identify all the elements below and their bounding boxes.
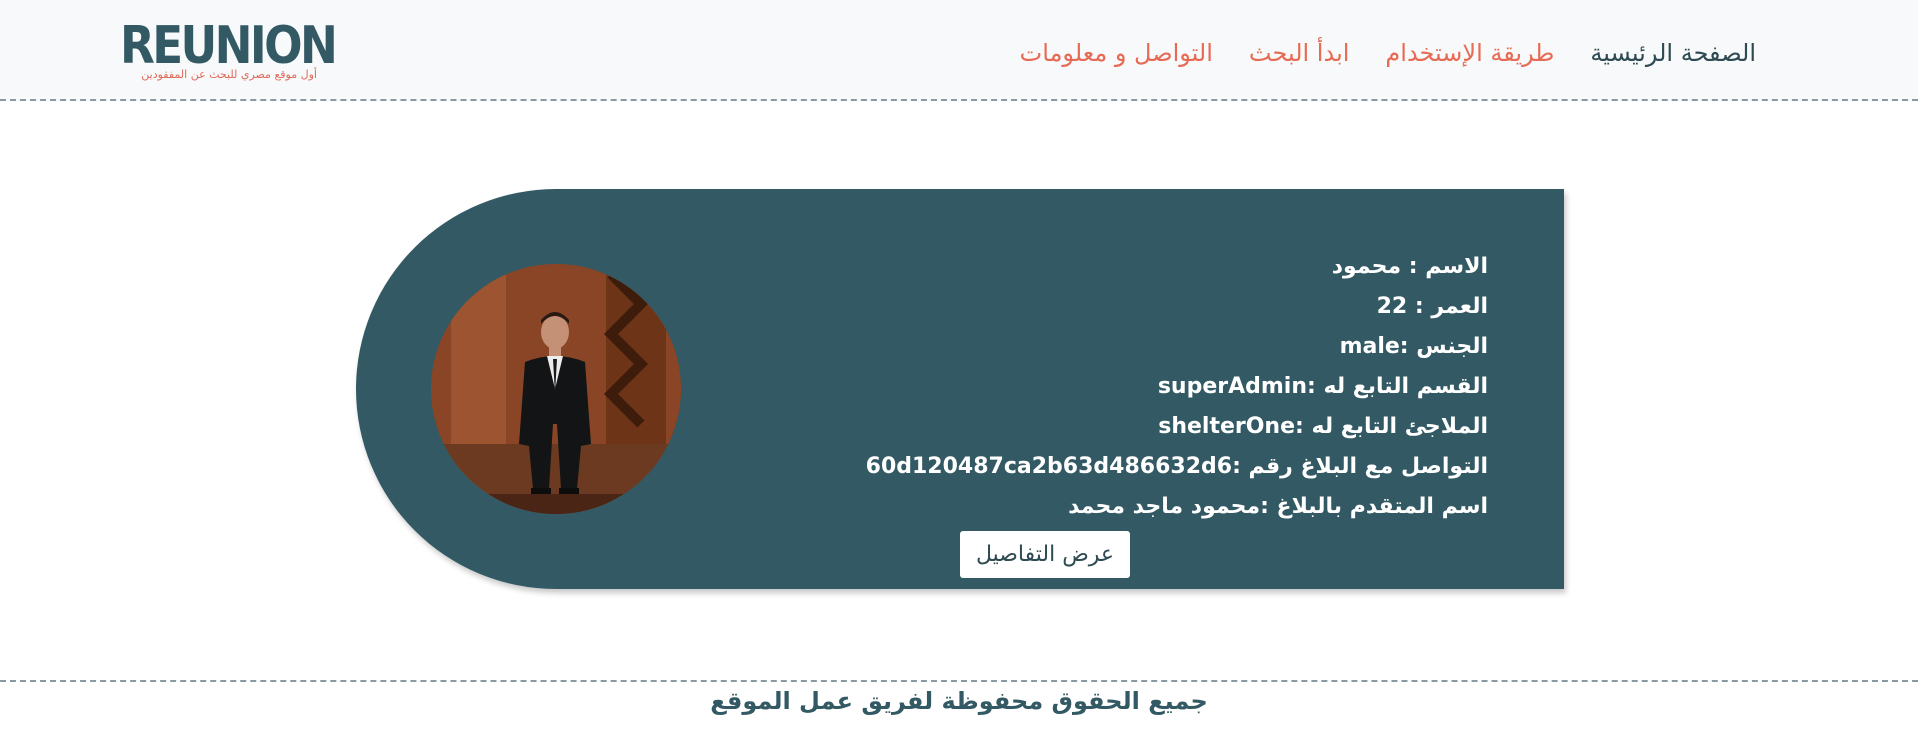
logo-tagline: أول موقع مصري للبحث عن المفقودين [141,68,317,81]
field-age: العمر : 22 [1376,294,1488,319]
logo-wordmark: REUNION [120,16,338,76]
field-gender: الجنس :male [1339,334,1488,359]
view-details-button[interactable]: عرض التفاصيل [960,531,1130,578]
person-info: الاسم : محمود العمر : 22 الجنس :male الق… [866,247,1488,527]
site-header: REUNION أول موقع مصري للبحث عن المفقودين… [0,0,1918,101]
nav-contact-info[interactable]: التواصل و معلومات [1020,34,1213,72]
footer-copyright: جميع الحقوق محفوظة لفريق عمل الموقع [710,687,1208,715]
field-name: الاسم : محمود [1331,254,1488,279]
main-nav: الصفحة الرئيسية طريقة الإستخدام ابدأ الب… [1020,34,1756,72]
person-photo-image [431,264,681,514]
field-report-id: التواصل مع البلاغ رقم :60d120487ca2b63d4… [865,454,1488,479]
nav-home[interactable]: الصفحة الرئيسية [1590,34,1756,72]
nav-how-to-use[interactable]: طريقة الإستخدام [1385,34,1554,72]
person-photo [431,264,681,514]
field-reporter-name: اسم المتقدم بالبلاغ :محمود ماجد محمد [1068,494,1488,519]
field-department: القسم التابع له :superAdmin [1157,374,1488,399]
field-shelter: الملاجئ التابع له :shelterOne [1158,414,1488,439]
site-footer: جميع الحقوق محفوظة لفريق عمل الموقع [0,680,1918,730]
site-logo[interactable]: REUNION أول موقع مصري للبحث عن المفقودين [120,16,338,82]
missing-person-card: الاسم : محمود العمر : 22 الجنس :male الق… [356,189,1564,589]
nav-start-search[interactable]: ابدأ البحث [1249,34,1350,72]
